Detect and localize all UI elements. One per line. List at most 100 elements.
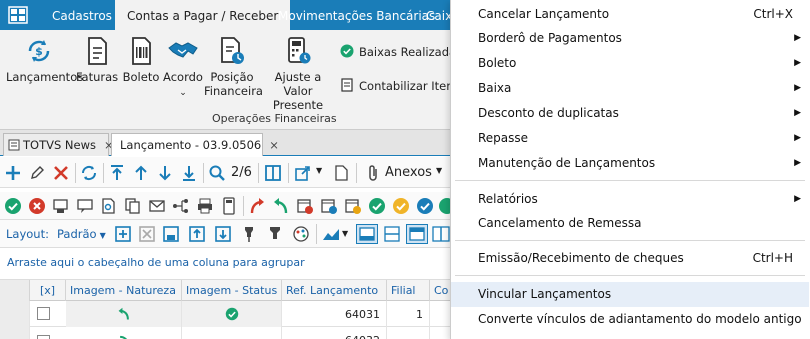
ajuste-valor-presente-label: Ajuste a Valor Presente	[272, 70, 324, 112]
chevron-down-icon[interactable]: ▼	[436, 166, 442, 175]
attachments-button[interactable]: Anexos	[385, 165, 432, 180]
check-circle-icon[interactable]	[4, 197, 22, 215]
menu-item-manutencao-lancamentos[interactable]: Manutenção de Lançamentos ▶	[451, 151, 809, 176]
color-palette-icon[interactable]	[292, 225, 310, 243]
doc-tab-lancamento[interactable]: Lançamento - 03.9.0506 ×	[111, 133, 279, 156]
menu-item-repasse[interactable]: Repasse ▶	[451, 126, 809, 151]
chevron-down-icon[interactable]: ▼	[342, 229, 348, 238]
menu-item-cancelamento-remessa[interactable]: Cancelamento de Remessa	[451, 211, 809, 236]
paperclip-icon[interactable]	[364, 164, 382, 182]
status-cell	[182, 301, 282, 327]
delete-icon[interactable]	[52, 164, 70, 182]
doc-tab-totvs-news[interactable]: TOTVS News ×	[3, 133, 114, 156]
document-search-icon[interactable]	[100, 197, 118, 215]
close-icon[interactable]: ×	[269, 138, 279, 152]
row-checkbox[interactable]	[37, 335, 50, 339]
add-icon[interactable]	[4, 164, 22, 182]
ajuste-valor-presente-button[interactable]: Ajuste a Valor Presente	[262, 36, 334, 112]
menu-item-cancelar-lancamento[interactable]: Cancelar Lançamento Ctrl+X	[451, 2, 809, 27]
export-icon[interactable]	[294, 164, 312, 182]
first-record-icon[interactable]	[108, 164, 126, 182]
menu-item-desconto-duplicatas[interactable]: Desconto de duplicatas ▶	[451, 101, 809, 126]
baixa-arrow-red-icon[interactable]	[248, 197, 266, 215]
menu-item-vincular-lancamentos[interactable]: Vincular Lançamentos	[451, 282, 809, 307]
toolbar-separator	[75, 163, 76, 183]
layout-split-vertical-icon[interactable]	[432, 224, 450, 244]
menu-item-relatorios[interactable]: Relatórios ▶	[451, 187, 809, 212]
menu-item-boleto[interactable]: Boleto ▶	[451, 51, 809, 76]
upload-layout-icon[interactable]	[188, 225, 206, 243]
menu-separator	[455, 180, 805, 181]
split-view-icon[interactable]	[264, 164, 282, 182]
mail-icon[interactable]	[148, 197, 166, 215]
layout-select[interactable]: Padrão ▼	[57, 227, 106, 241]
check-circle-blue-icon[interactable]	[416, 197, 434, 215]
print-preview-icon[interactable]	[52, 197, 70, 215]
app-menu-icon[interactable]	[8, 6, 28, 24]
menu-separator	[455, 275, 805, 276]
download-layout-icon[interactable]	[214, 225, 232, 243]
save-layout-icon[interactable]	[162, 225, 180, 243]
menu-item-emissao-recebimento-cheques[interactable]: Emissão/Recebimento de cheques Ctrl+H	[451, 246, 809, 271]
document-tabs: TOTVS News × Lançamento - 03.9.0506 ×	[0, 130, 450, 156]
posicao-financeira-button[interactable]: Posição Financeira	[204, 36, 263, 98]
tab-contas-pagar-receber[interactable]: Contas a Pagar / Receber	[115, 0, 291, 30]
column-header-co[interactable]: Co	[430, 280, 450, 301]
column-header-filial[interactable]: Filial	[387, 280, 430, 301]
hierarchy-icon[interactable]	[172, 197, 190, 215]
column-header-select[interactable]: [x]	[30, 280, 66, 301]
previous-record-icon[interactable]	[132, 164, 150, 182]
calendar-cancel-icon[interactable]	[296, 197, 314, 215]
edit-icon[interactable]	[28, 164, 46, 182]
toolbar-separator	[258, 163, 259, 183]
layout-bottom-panel-icon[interactable]	[356, 224, 378, 244]
chart-area-icon[interactable]	[322, 225, 340, 243]
column-header-ref-lancamento[interactable]: Ref. Lançamento	[282, 280, 387, 301]
remove-layout-icon[interactable]	[138, 225, 156, 243]
acordo-button[interactable]: Acordo ⌄	[163, 36, 203, 100]
add-layout-icon[interactable]	[114, 225, 132, 243]
page-icon[interactable]	[332, 164, 350, 182]
calculator-icon[interactable]	[220, 197, 238, 215]
document-list-icon	[341, 78, 353, 92]
tab-caixa[interactable]: Caix	[414, 0, 452, 30]
comment-icon[interactable]	[76, 197, 94, 215]
refresh-icon[interactable]	[80, 164, 98, 182]
column-header-imagem-natureza[interactable]: Imagem - Natureza	[66, 280, 182, 301]
chevron-down-icon[interactable]: ⌄	[163, 86, 203, 100]
table-row[interactable]: 64031 1	[0, 301, 450, 327]
row-checkbox[interactable]	[37, 307, 50, 320]
calendar-clock-icon[interactable]	[320, 197, 338, 215]
filter-pin-icon[interactable]	[266, 225, 284, 243]
check-circle-orange-icon[interactable]	[392, 197, 410, 215]
table-row[interactable]: 64032	[0, 327, 450, 339]
pin-icon[interactable]	[240, 225, 258, 243]
row-indicator	[0, 301, 30, 327]
copy-icon[interactable]	[124, 197, 142, 215]
check-circle-icon[interactable]	[368, 197, 386, 215]
menu-item-bordero-pagamentos[interactable]: Borderô de Pagamentos ▶	[451, 26, 809, 51]
cancel-circle-icon[interactable]	[28, 197, 46, 215]
next-record-icon[interactable]	[156, 164, 174, 182]
tab-cadastros[interactable]: Cadastros	[40, 0, 124, 30]
faturas-button[interactable]: Faturas	[76, 36, 118, 84]
layout-top-panel-icon[interactable]	[406, 224, 428, 244]
layout-split-horizontal-icon[interactable]	[382, 224, 402, 244]
baixa-arrow-green-icon[interactable]	[272, 197, 290, 215]
acordo-label: Acordo	[163, 70, 203, 84]
printer-icon[interactable]	[196, 197, 214, 215]
baixas-realizadas-button[interactable]: Baixas Realizadas	[340, 44, 462, 59]
submenu-arrow-icon: ▶	[794, 133, 801, 143]
column-header-imagem-status[interactable]: Imagem - Status	[182, 280, 282, 301]
chevron-down-icon[interactable]: ▼	[316, 166, 322, 175]
boleto-button[interactable]: Boleto	[122, 36, 160, 84]
group-by-drop-area[interactable]: Arraste aqui o cabeçalho de uma coluna p…	[0, 248, 450, 280]
contabilizar-itens-button[interactable]: Contabilizar Itens	[340, 78, 460, 93]
lancamentos-button[interactable]: $ Lançamentos	[6, 36, 83, 84]
doc-tab-label: Lançamento - 03.9.0506	[120, 138, 262, 152]
menu-item-baixa[interactable]: Baixa ▶	[451, 76, 809, 101]
search-icon[interactable]	[208, 164, 226, 182]
calendar-warning-icon[interactable]	[344, 197, 362, 215]
menu-item-converte-vinculos[interactable]: Converte vínculos de adiantamento do mod…	[451, 307, 809, 332]
last-record-icon[interactable]	[180, 164, 198, 182]
